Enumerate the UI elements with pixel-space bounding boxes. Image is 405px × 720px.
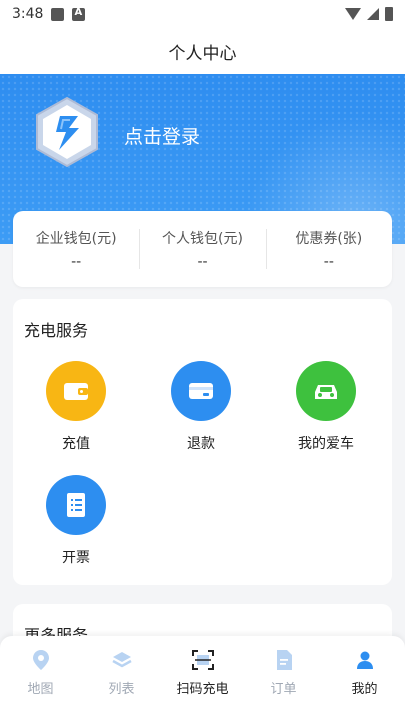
image-notification-icon bbox=[51, 7, 65, 21]
map-pin-icon bbox=[29, 648, 53, 672]
nav-scan-charge[interactable]: 扫码充电 bbox=[162, 636, 243, 720]
layers-icon bbox=[110, 648, 134, 672]
wallet-value: -- bbox=[197, 254, 208, 270]
signal-icon bbox=[367, 8, 379, 20]
nav-label: 列表 bbox=[108, 682, 135, 697]
status-bar: 3:48 bbox=[0, 0, 405, 28]
service-label: 我的爱车 bbox=[298, 436, 354, 452]
wallet-value: -- bbox=[323, 254, 334, 270]
battery-icon bbox=[385, 7, 393, 21]
service-label: 充值 bbox=[62, 436, 90, 452]
service-label: 退款 bbox=[187, 436, 215, 452]
invoice-icon bbox=[46, 475, 106, 535]
coupons[interactable]: 优惠券(张) -- bbox=[265, 227, 392, 271]
car-icon bbox=[296, 361, 356, 421]
nav-mine[interactable]: 我的 bbox=[324, 636, 405, 720]
document-icon bbox=[272, 648, 296, 672]
nav-label: 我的 bbox=[351, 682, 378, 697]
wifi-icon bbox=[345, 8, 361, 20]
login-button[interactable]: 点击登录 bbox=[124, 122, 200, 149]
section-title: 充电服务 bbox=[24, 321, 89, 340]
user-icon bbox=[353, 648, 377, 672]
nav-label: 扫码充电 bbox=[176, 682, 229, 697]
avatar-logo-icon[interactable] bbox=[34, 96, 100, 168]
enterprise-wallet[interactable]: 企业钱包(元) -- bbox=[13, 227, 139, 271]
nav-label: 地图 bbox=[27, 682, 54, 697]
wallet-icon bbox=[46, 361, 106, 421]
personal-wallet[interactable]: 个人钱包(元) -- bbox=[139, 227, 265, 271]
a-notification-icon bbox=[72, 7, 86, 21]
wallet-card: 企业钱包(元) -- 个人钱包(元) -- 优惠券(张) -- bbox=[13, 211, 392, 287]
wallet-label: 企业钱包(元) bbox=[35, 231, 117, 247]
wallet-value: -- bbox=[71, 254, 82, 270]
my-car-button[interactable]: 我的爱车 bbox=[271, 361, 381, 453]
page-title-bar: 个人中心 bbox=[0, 28, 405, 74]
invoice-button[interactable]: 开票 bbox=[21, 475, 131, 567]
scan-icon bbox=[191, 648, 215, 672]
nav-map[interactable]: 地图 bbox=[0, 636, 81, 720]
card-icon bbox=[171, 361, 231, 421]
recharge-button[interactable]: 充值 bbox=[21, 361, 131, 453]
status-time: 3:48 bbox=[12, 6, 44, 22]
refund-button[interactable]: 退款 bbox=[146, 361, 256, 453]
bottom-nav: 地图 列表 扫码充电 订单 我的 bbox=[0, 636, 405, 720]
nav-list[interactable]: 列表 bbox=[81, 636, 162, 720]
wallet-label: 个人钱包(元) bbox=[162, 231, 243, 247]
page-title: 个人中心 bbox=[168, 43, 237, 64]
wallet-label: 优惠券(张) bbox=[295, 231, 363, 247]
nav-label: 订单 bbox=[270, 682, 297, 697]
service-label: 开票 bbox=[62, 550, 90, 566]
nav-orders[interactable]: 订单 bbox=[243, 636, 324, 720]
charging-services-card: 充电服务 充值 退款 我的爱车 开票 bbox=[13, 299, 392, 585]
